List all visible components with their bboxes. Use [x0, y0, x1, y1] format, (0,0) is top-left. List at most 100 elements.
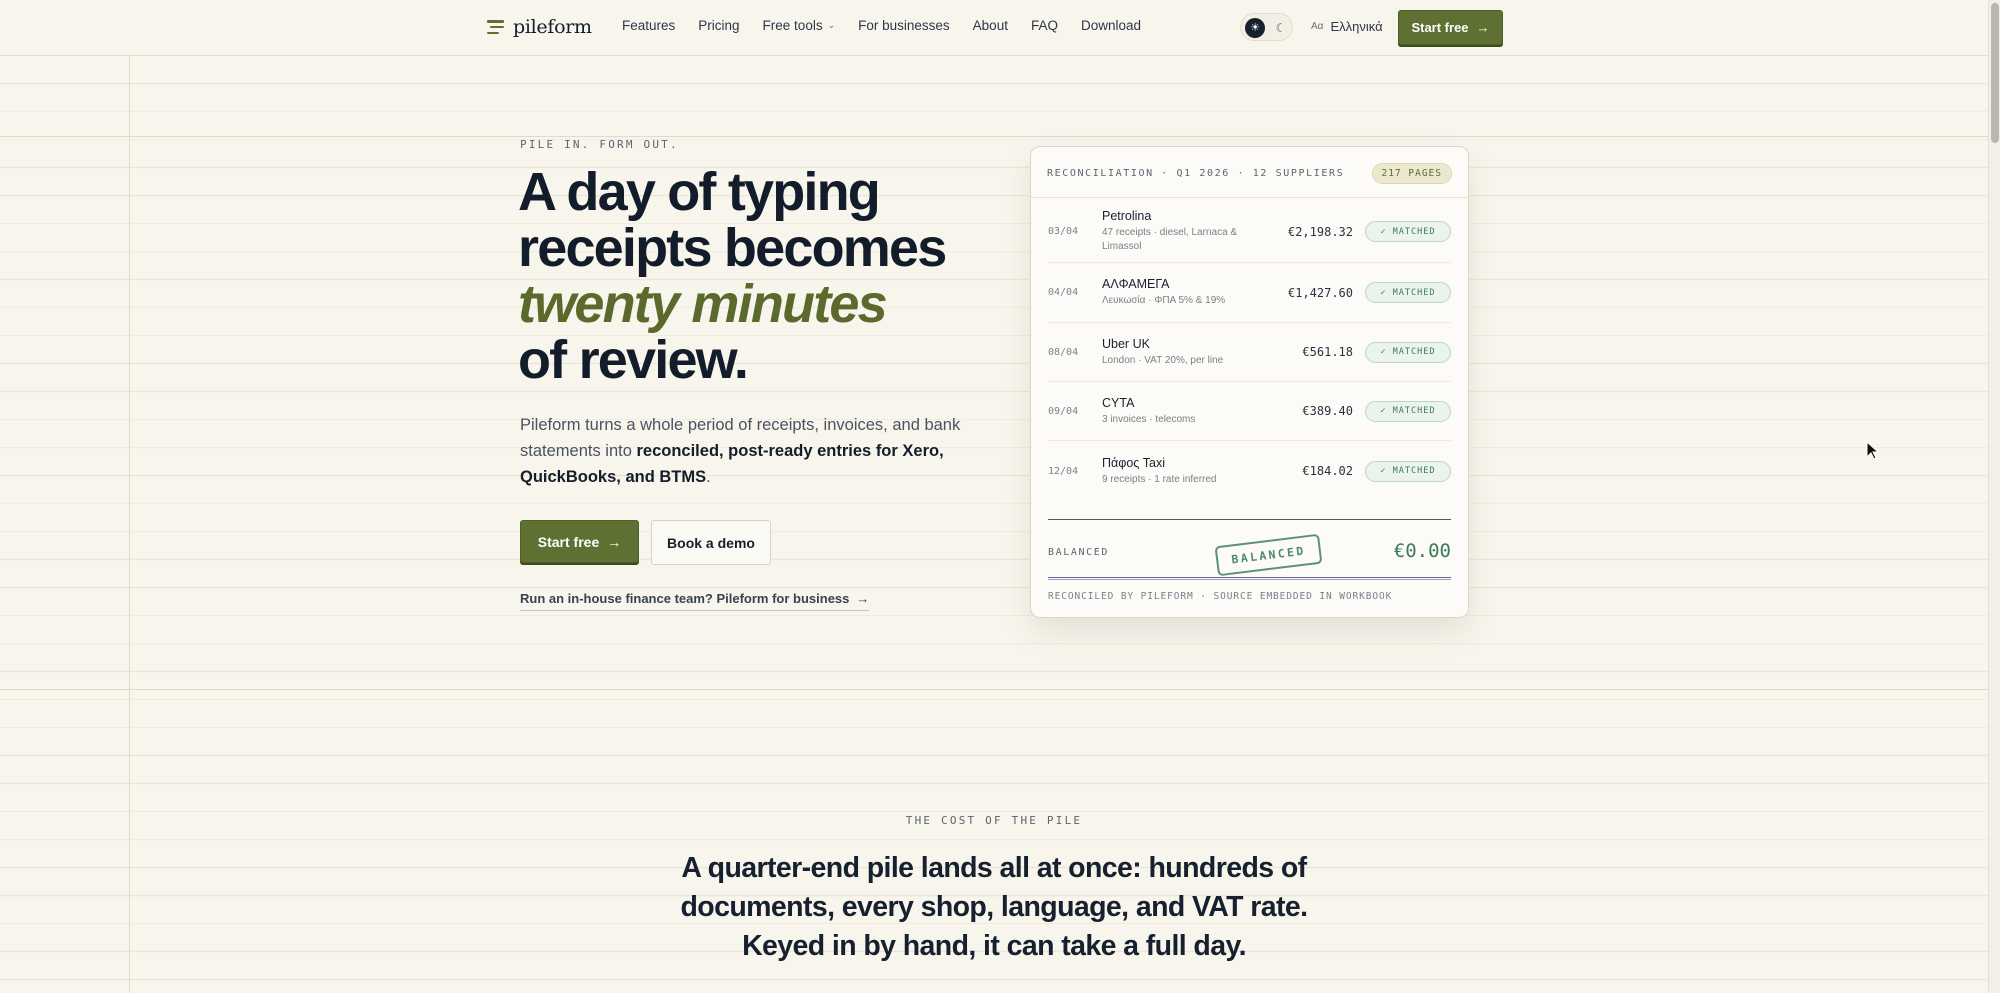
row-name: Πάφος Taxi	[1102, 455, 1166, 470]
hero-title: A day of typing receipts becomes twenty …	[518, 164, 1018, 388]
hero-title-accent: twenty minutes	[518, 274, 888, 334]
total-double-rule	[1048, 577, 1451, 580]
status-label: MATCHED	[1392, 466, 1436, 476]
language-label: Ελληνικά	[1330, 19, 1383, 34]
row-date: 04/04	[1048, 287, 1079, 298]
row-detail: 47 receipts · diesel, Larnaca & Limassol	[1102, 227, 1238, 252]
row-detail: Λευκωσία · ΦΠΑ 5% & 19%	[1102, 295, 1226, 306]
check-icon: ✓	[1380, 406, 1387, 416]
mouse-cursor-icon	[1866, 441, 1880, 460]
hero-title-line: of review.	[518, 330, 749, 390]
ruled-line	[0, 689, 1988, 690]
row-info: ΑΛΦΑΜΕΓΑ Λευκωσία · ΦΠΑ 5% & 19%	[1102, 277, 1288, 308]
table-row: 08/04 Uber UK London · VAT 20%, per line…	[1048, 323, 1451, 382]
status-badge: ✓ MATCHED	[1365, 400, 1451, 422]
table-row: 12/04 Πάφος Taxi 9 receipts · 1 rate inf…	[1048, 441, 1451, 501]
row-info: CYTA 3 invoices · telecoms	[1102, 396, 1302, 427]
chevron-down-icon: ⌄	[827, 20, 836, 30]
hero-start-free-label: Start free	[537, 533, 600, 550]
row-amount: €2,198.32	[1287, 224, 1353, 239]
arrow-right-icon: →	[607, 533, 622, 550]
status-label: MATCHED	[1392, 347, 1436, 357]
language-switcher[interactable]: Αα Ελληνικά	[1311, 19, 1383, 34]
row-amount: €184.02	[1302, 464, 1353, 478]
table-row: 03/04 Petrolina 47 receipts · diesel, La…	[1048, 201, 1451, 263]
site-header: pileform Features Pricing Free tools ⌄ F…	[0, 0, 1988, 56]
status-badge: ✓ MATCHED	[1365, 221, 1451, 242]
row-amount: €561.18	[1302, 345, 1353, 359]
brand-logo[interactable]: pileform	[487, 16, 592, 38]
row-date: 09/04	[1048, 405, 1079, 417]
scrollbar-thumb[interactable]	[1991, 3, 1999, 143]
theme-toggle[interactable]: ☀ ☾	[1240, 13, 1293, 41]
balanced-label: BALANCED	[1048, 547, 1109, 558]
ruled-line	[0, 136, 1988, 137]
status-label: MATCHED	[1392, 226, 1436, 237]
row-info: Petrolina 47 receipts · diesel, Larnaca …	[1102, 209, 1288, 254]
row-date: 08/04	[1048, 346, 1079, 358]
business-link[interactable]: Run an in-house finance team? Pileform f…	[520, 591, 870, 611]
translate-icon: Αα	[1311, 21, 1324, 32]
row-detail: 9 receipts · 1 rate inferred	[1102, 473, 1217, 485]
header-start-free-label: Start free	[1411, 20, 1469, 35]
section-eyebrow: THE COST OF THE PILE	[905, 814, 1083, 827]
check-icon: ✓	[1380, 287, 1387, 298]
book-demo-button[interactable]: Book a demo	[651, 520, 771, 565]
nav-about[interactable]: About	[973, 18, 1008, 33]
row-detail: 3 invoices · telecoms	[1102, 413, 1196, 425]
hero-title-line: receipts becomes	[518, 218, 947, 278]
pages-badge: 217 PAGES	[1371, 162, 1452, 184]
nav-free-tools[interactable]: Free tools ⌄	[763, 18, 836, 33]
row-info: Πάφος Taxi 9 receipts · 1 rate inferred	[1102, 456, 1302, 487]
sun-icon[interactable]: ☀	[1245, 18, 1265, 38]
row-amount: €389.40	[1302, 404, 1353, 418]
section-title: A quarter-end pile lands all at once: hu…	[680, 852, 1309, 962]
status-label: MATCHED	[1392, 406, 1436, 416]
row-name: Uber UK	[1102, 336, 1150, 351]
nav-features[interactable]: Features	[622, 18, 675, 33]
status-label: MATCHED	[1392, 287, 1436, 298]
business-link-label: Run an in-house finance team? Pileform f…	[520, 591, 850, 606]
reconciliation-card: RECONCILIATION · Q1 2026 · 12 SUPPLIERS …	[1030, 146, 1469, 618]
balanced-stamp: BALANCED	[1214, 533, 1323, 577]
table-row: 04/04 ΑΛΦΑΜΕΓΑ Λευκωσία · ΦΠΑ 5% & 19% €…	[1048, 263, 1451, 323]
check-icon: ✓	[1380, 466, 1387, 476]
row-name: Petrolina	[1102, 209, 1152, 223]
nav-free-tools-label: Free tools	[762, 18, 823, 33]
page-scrollbar[interactable]	[1988, 0, 2000, 993]
row-name: CYTA	[1102, 395, 1135, 410]
balance-amount: €0.00	[1393, 540, 1451, 562]
card-meta: RECONCILIATION · Q1 2026 · 12 SUPPLIERS	[1047, 167, 1345, 179]
brand-name: pileform	[513, 16, 592, 38]
row-name: ΑΛΦΑΜΕΓΑ	[1102, 277, 1170, 291]
row-detail: London · VAT 20%, per line	[1102, 354, 1224, 366]
divider	[1031, 197, 1468, 198]
hero-eyebrow: PILE IN. FORM OUT.	[520, 138, 679, 151]
nav-download[interactable]: Download	[1081, 18, 1141, 33]
main-nav: Features Pricing Free tools ⌄ For busine…	[622, 18, 1164, 33]
row-amount: €1,427.60	[1287, 285, 1353, 300]
row-date: 03/04	[1048, 226, 1079, 237]
card-header: RECONCILIATION · Q1 2026 · 12 SUPPLIERS …	[1047, 161, 1452, 185]
status-badge: ✓ MATCHED	[1365, 341, 1451, 363]
header-start-free-button[interactable]: Start free →	[1398, 10, 1503, 45]
nav-for-businesses[interactable]: For businesses	[858, 18, 950, 33]
check-icon: ✓	[1380, 347, 1387, 357]
nav-pricing[interactable]: Pricing	[698, 18, 739, 33]
divider	[1048, 519, 1451, 520]
hero-start-free-button[interactable]: Start free →	[520, 520, 639, 563]
row-date: 12/04	[1048, 465, 1079, 477]
status-badge: ✓ MATCHED	[1365, 460, 1451, 482]
moon-icon[interactable]: ☾	[1272, 18, 1290, 38]
card-footer: RECONCILED BY PILEFORM · SOURCE EMBEDDED…	[1048, 591, 1393, 602]
hero-subtitle-end: .	[706, 468, 711, 486]
status-badge: ✓ MATCHED	[1365, 282, 1451, 303]
table-row: 09/04 CYTA 3 invoices · telecoms €389.40…	[1048, 382, 1451, 441]
page-margin-line	[129, 56, 130, 993]
hero-title-line: A day of typing	[518, 162, 881, 222]
check-icon: ✓	[1380, 226, 1387, 237]
hero-subtitle: Pileform turns a whole period of receipt…	[520, 412, 990, 490]
row-info: Uber UK London · VAT 20%, per line	[1102, 337, 1302, 368]
stacked-lines-icon	[487, 20, 504, 34]
nav-faq[interactable]: FAQ	[1031, 18, 1058, 33]
